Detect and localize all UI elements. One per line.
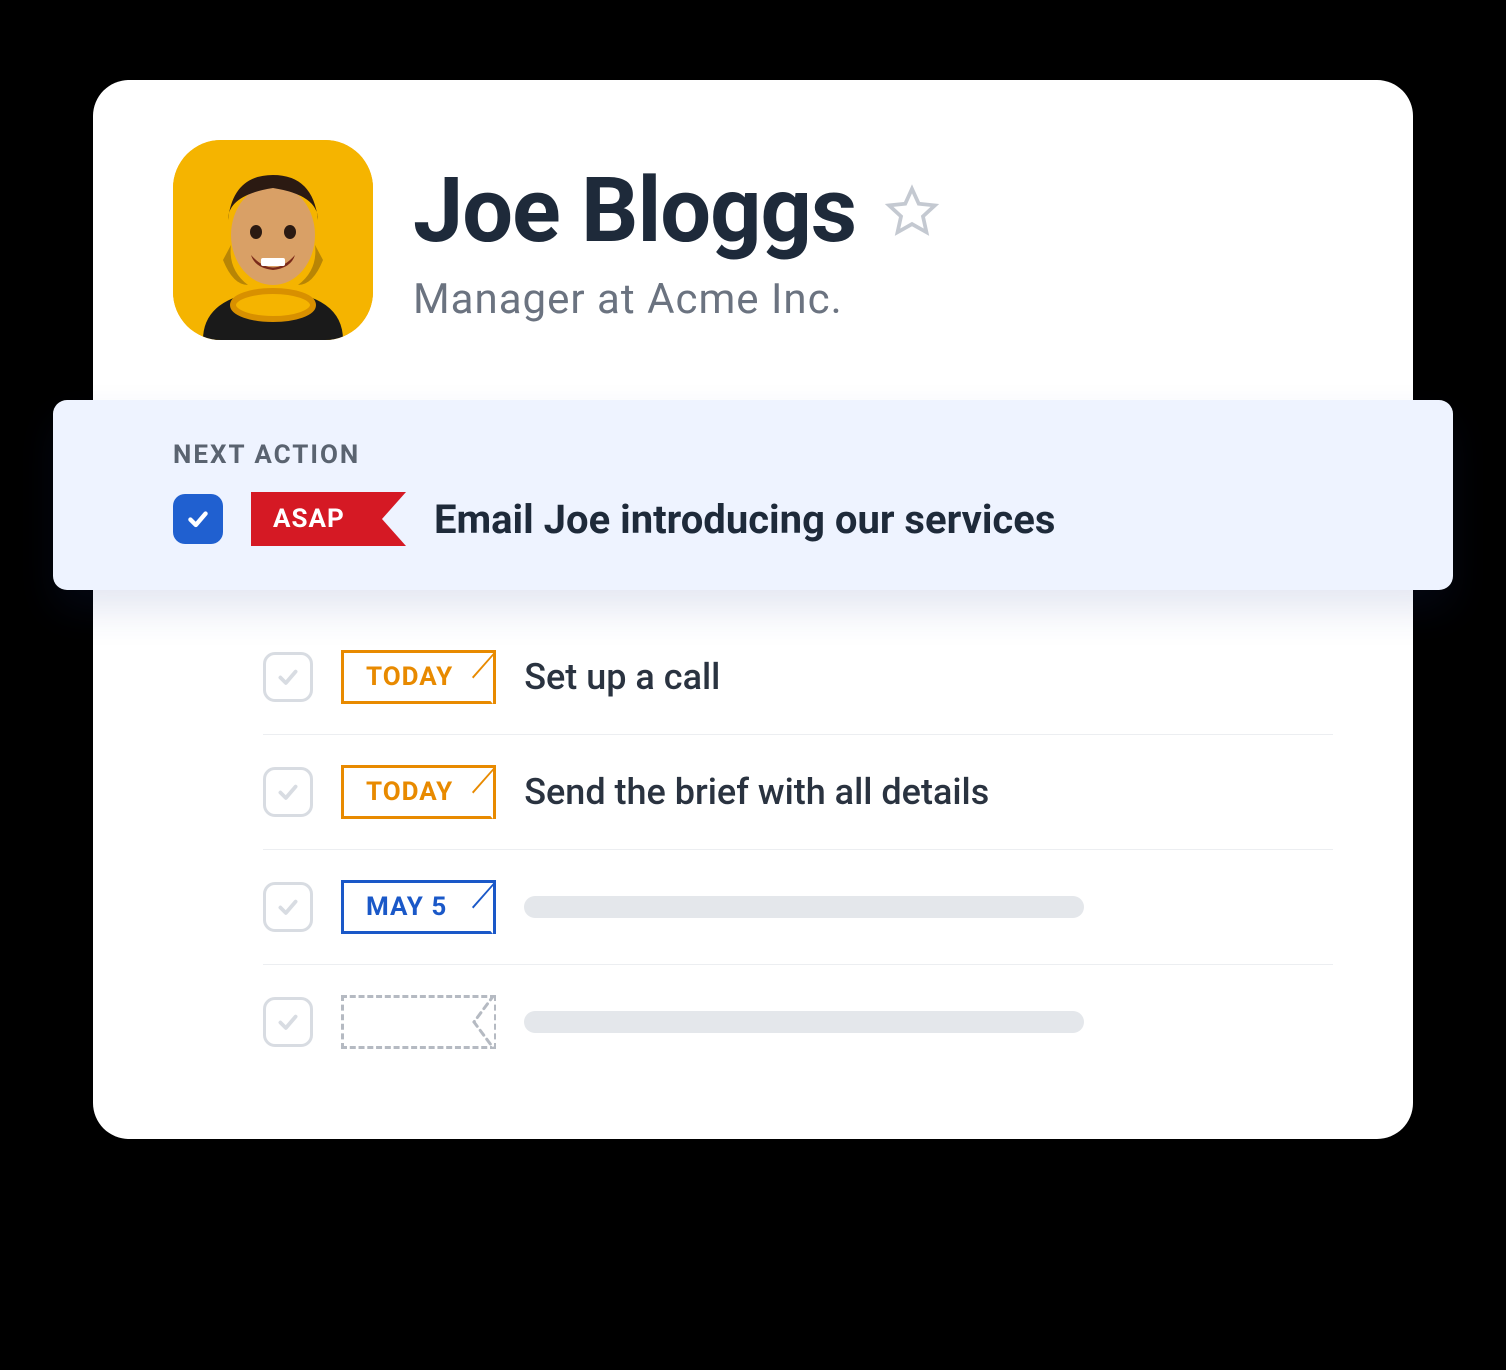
task-checkbox[interactable] xyxy=(263,882,313,932)
star-icon[interactable] xyxy=(884,183,940,239)
contact-subtitle: Manager at Acme Inc. xyxy=(413,275,1333,324)
check-icon xyxy=(185,506,211,532)
avatar[interactable] xyxy=(173,140,373,340)
check-icon xyxy=(275,779,301,805)
next-action-panel: NEXT ACTION ASAP Email Joe introducing o… xyxy=(53,400,1453,590)
contact-header: Joe Bloggs Manager at Acme Inc. xyxy=(93,80,1413,380)
priority-flag-date: MAY 5 xyxy=(341,880,496,934)
priority-flag-today: TODAY xyxy=(341,765,496,819)
task-row[interactable] xyxy=(263,965,1333,1079)
task-row[interactable]: MAY 5 xyxy=(263,850,1333,965)
check-icon xyxy=(275,1009,301,1035)
next-action-row[interactable]: ASAP Email Joe introducing our services xyxy=(173,492,1393,546)
contact-name-block: Joe Bloggs Manager at Acme Inc. xyxy=(413,140,1333,324)
task-title: Set up a call xyxy=(524,656,720,698)
task-checkbox[interactable] xyxy=(263,997,313,1047)
next-action-title: Email Joe introducing our services xyxy=(434,496,1055,543)
task-title: Send the brief with all details xyxy=(524,771,989,813)
avatar-image xyxy=(173,140,373,340)
check-icon xyxy=(275,664,301,690)
priority-flag-asap: ASAP xyxy=(251,492,406,546)
task-title-placeholder xyxy=(524,896,1084,918)
task-title-placeholder xyxy=(524,1011,1084,1033)
contact-name: Joe Bloggs xyxy=(413,158,856,263)
flag-label: MAY 5 xyxy=(366,892,447,922)
priority-flag-empty[interactable] xyxy=(341,995,496,1049)
contact-card: Joe Bloggs Manager at Acme Inc. NEXT ACT… xyxy=(93,80,1413,1139)
task-checkbox[interactable] xyxy=(263,767,313,817)
task-row[interactable]: TODAY Send the brief with all details xyxy=(263,735,1333,850)
task-row[interactable]: TODAY Set up a call xyxy=(263,620,1333,735)
check-icon xyxy=(275,894,301,920)
task-checkbox[interactable] xyxy=(263,652,313,702)
flag-label: TODAY xyxy=(366,777,453,807)
task-list: TODAY Set up a call TODAY Send the brief… xyxy=(93,610,1413,1079)
flag-label: TODAY xyxy=(366,662,453,692)
priority-flag-today: TODAY xyxy=(341,650,496,704)
next-action-label: NEXT ACTION xyxy=(173,440,1393,470)
flag-notch-icon xyxy=(472,995,494,1049)
flag-label: ASAP xyxy=(273,504,345,534)
next-action-checkbox[interactable] xyxy=(173,494,223,544)
